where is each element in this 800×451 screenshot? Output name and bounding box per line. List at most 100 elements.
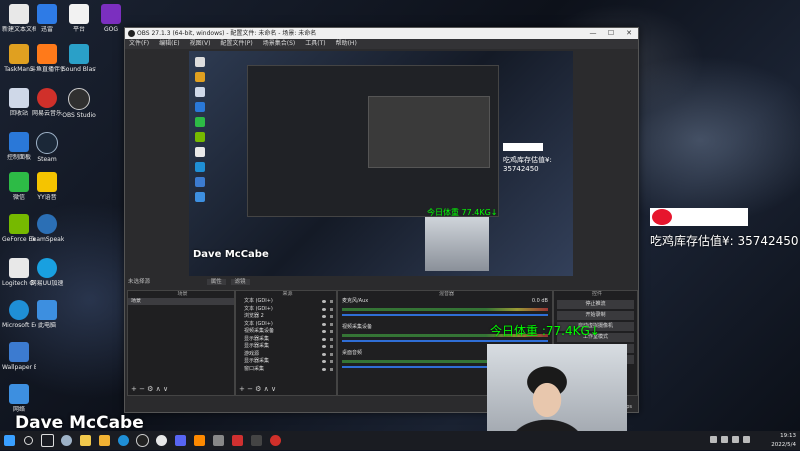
desktop-icon-teamspeak[interactable]: TeamSpeak — [30, 214, 64, 243]
start-button[interactable] — [0, 431, 19, 450]
lock-icon[interactable] — [330, 300, 333, 303]
desktop-icon-network[interactable]: 网络 — [2, 384, 36, 413]
sources-footer[interactable]: + − ⚙ ∧ ∨ — [239, 385, 276, 393]
taskbar-app[interactable] — [228, 431, 247, 450]
lock-icon[interactable] — [330, 322, 333, 326]
streamer-name: Dave McCabe — [15, 413, 144, 433]
obs-preview[interactable]: 吃鸡库存估值¥: 35742450 今日体重 77.4KG↓ Dave McCa… — [189, 51, 573, 276]
scenes-dock: 场景 场景 + − ⚙ ∧ ∨ — [127, 290, 235, 396]
desktop-icon-wallpaper-engine[interactable]: Wallpaper Engine: ... — [2, 342, 36, 371]
clock-date: 2022/5/4 — [771, 442, 796, 448]
taskbar: 19:13 2022/5/4 — [0, 431, 800, 450]
menu-tools[interactable]: 工具(T) — [305, 39, 325, 49]
lock-icon[interactable] — [330, 307, 333, 311]
taskbar-taskview[interactable] — [38, 431, 57, 450]
desktop-icon-douyu[interactable]: 斗鱼直播伴侣 — [30, 44, 64, 73]
taskbar-terminal[interactable] — [247, 431, 266, 450]
taskbar-chrome[interactable] — [152, 431, 171, 450]
taskbar-search[interactable] — [19, 431, 38, 450]
taskbar-explorer[interactable] — [76, 431, 95, 450]
eye-icon[interactable] — [322, 360, 326, 363]
preview-desktop-icons — [195, 57, 235, 207]
filters-button[interactable]: 滤镜 — [230, 279, 250, 285]
lock-icon[interactable] — [330, 337, 333, 341]
desktop-icon-steam[interactable]: Steam — [30, 132, 64, 163]
obs-logo-icon — [128, 30, 135, 37]
network-icon[interactable] — [721, 436, 728, 443]
taskbar-steam[interactable] — [57, 431, 76, 450]
lock-icon[interactable] — [330, 367, 333, 371]
lock-icon[interactable] — [330, 330, 333, 333]
desktop-icon-gog[interactable]: GOG — [94, 4, 128, 33]
teamspeak-icon — [37, 214, 57, 234]
source-item[interactable]: 游戏源 — [236, 351, 336, 359]
desktop-icon-platform[interactable]: 平台 — [62, 4, 96, 33]
maximize-icon[interactable]: ☐ — [602, 28, 620, 39]
source-item[interactable]: 浏览器 2 — [236, 313, 336, 321]
volume-slider[interactable] — [342, 314, 548, 316]
eye-icon[interactable] — [322, 300, 326, 303]
source-filter-bar: 未选择源 属性 滤镜 — [125, 278, 638, 286]
desktop-icon-uu[interactable]: 网易UU加速 — [30, 258, 64, 287]
taskbar-edge[interactable] — [114, 431, 133, 450]
desktop-icon-this-pc[interactable]: 此电脑 — [30, 300, 64, 329]
xunlei-icon — [37, 4, 57, 24]
volume-icon[interactable] — [732, 436, 739, 443]
taskbar-discord[interactable] — [171, 431, 190, 450]
stop-streaming-button[interactable]: 停止推流 — [557, 300, 634, 309]
scenes-footer[interactable]: + − ⚙ ∧ ∨ — [131, 385, 168, 393]
menu-edit[interactable]: 编辑(E) — [159, 39, 179, 49]
source-item[interactable]: 视频采集设备 — [236, 328, 336, 336]
media-icon — [213, 435, 224, 446]
menu-profile[interactable]: 配置文件(P) — [220, 39, 252, 49]
netease-icon — [270, 435, 281, 446]
volume-slider[interactable] — [342, 340, 548, 342]
source-item[interactable]: 文本 (GDI+) — [236, 298, 336, 306]
menu-scene-collection[interactable]: 场景集合(S) — [263, 39, 296, 49]
desktop-icon-netease-music[interactable]: 网易云音乐 — [30, 88, 64, 117]
source-item[interactable]: 显示器采集 — [236, 336, 336, 344]
menu-file[interactable]: 文件(F) — [129, 39, 149, 49]
scene-item[interactable]: 场景 — [128, 298, 234, 305]
desktop-icon-yy[interactable]: YY语音 — [30, 172, 64, 201]
lock-icon[interactable] — [330, 352, 333, 356]
geforce-icon — [9, 214, 29, 234]
lock-icon[interactable] — [330, 360, 333, 363]
taskbar-gog[interactable] — [190, 431, 209, 450]
eye-icon[interactable] — [322, 345, 326, 348]
source-item[interactable]: 显示器采集 — [236, 343, 336, 351]
eye-icon[interactable] — [322, 367, 326, 371]
eye-icon[interactable] — [322, 322, 326, 326]
menu-view[interactable]: 视图(V) — [190, 39, 211, 49]
taskbar-obs[interactable] — [133, 431, 152, 450]
source-item[interactable]: 显示器采集 — [236, 358, 336, 366]
properties-button[interactable]: 属性 — [206, 279, 226, 285]
eye-icon[interactable] — [322, 330, 326, 333]
close-icon[interactable]: ✕ — [620, 28, 638, 39]
minimize-icon[interactable]: — — [584, 28, 602, 39]
eye-icon[interactable] — [322, 337, 326, 341]
desktop-icon-xunlei[interactable]: 迅雷 — [30, 4, 64, 33]
eye-icon[interactable] — [322, 315, 326, 318]
language-icon[interactable] — [743, 436, 750, 443]
yy-icon — [37, 172, 57, 192]
desktop-icon-sound-blaster[interactable]: Sound Blaster... — [62, 44, 96, 73]
source-item[interactable]: 文本 (GDI+) — [236, 321, 336, 329]
lock-icon[interactable] — [330, 345, 333, 348]
lock-icon[interactable] — [330, 315, 333, 318]
start-recording-button[interactable]: 开始录制 — [557, 311, 634, 320]
taskbar-icons — [0, 431, 285, 450]
chevron-up-icon[interactable] — [710, 436, 717, 443]
taskbar-media[interactable] — [209, 431, 228, 450]
source-item[interactable]: 窗口采集 — [236, 366, 336, 374]
eye-icon[interactable] — [322, 307, 326, 311]
menu-help[interactable]: 帮助(H) — [336, 39, 357, 49]
source-item[interactable]: 文本 (GDI+) — [236, 306, 336, 314]
eye-icon[interactable] — [322, 352, 326, 356]
clock[interactable]: 19:13 2022/5/4 — [771, 431, 796, 451]
taskbar-folder[interactable] — [95, 431, 114, 450]
obs-titlebar[interactable]: OBS 27.1.3 (64-bit, windows) - 配置文件: 未命名… — [125, 28, 638, 39]
desktop-icon-obs[interactable]: OBS Studio — [62, 88, 96, 119]
taskbar-netease[interactable] — [266, 431, 285, 450]
logitech-icon — [9, 258, 29, 278]
